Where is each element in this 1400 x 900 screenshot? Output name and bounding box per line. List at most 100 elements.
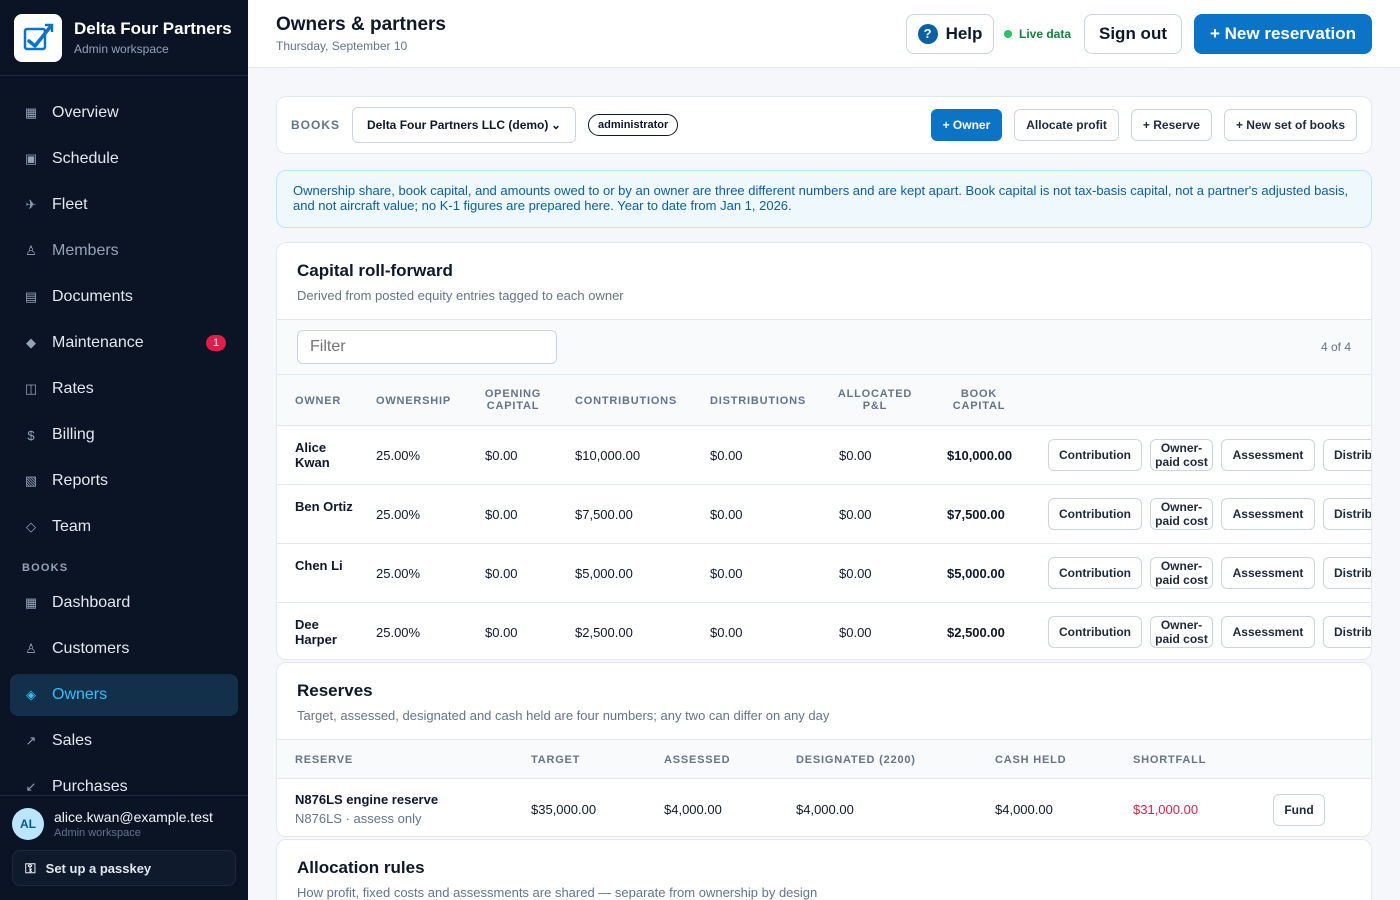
books-select[interactable]: Delta Four Partners LLC (demo) ⌄ <box>352 107 577 143</box>
assessment-button[interactable]: Assessment <box>1221 439 1315 471</box>
col-shortfall: SHORTFALL <box>1133 754 1207 766</box>
contributions-cell: $2,500.00 <box>575 625 633 640</box>
book-capital-cell: $5,000.00 <box>947 566 1005 581</box>
nav-label: Reports <box>52 472 109 489</box>
live-data-indicator: Live data <box>1004 27 1071 41</box>
owner-name: Ben Ortiz <box>295 499 353 514</box>
contribution-button[interactable]: Contribution <box>1048 498 1142 530</box>
capital-table-header: OWNER OWNERSHIP OPENING CAPITAL CONTRIBU… <box>277 375 1371 426</box>
filter-input[interactable] <box>297 330 557 364</box>
col-contributions: CONTRIBUTIONS <box>575 395 678 407</box>
nav-section-books: BOOKS <box>22 562 69 574</box>
live-dot-icon <box>1004 30 1012 38</box>
allocate-profit-button[interactable]: Allocate profit <box>1014 109 1119 141</box>
arrow-down-left-icon: ↙ <box>25 779 37 794</box>
filter-row: 4 of 4 <box>277 319 1371 375</box>
distribution-button[interactable]: Distrib <box>1323 557 1371 589</box>
team-icon: ◇ <box>26 519 36 534</box>
owner-paid-cost-button[interactable]: Owner-paid cost <box>1150 616 1213 648</box>
nav-label: Documents <box>52 288 133 305</box>
books-label: BOOKS <box>291 118 341 132</box>
nav-item-reports[interactable]: ▧ Reports <box>10 460 238 502</box>
avatar: AL <box>12 808 44 840</box>
col-assessed: ASSESSED <box>664 754 731 766</box>
ownership-cell: 25.00% <box>376 507 421 522</box>
table-row: Dee Harper 25.00% $0.00 $2,500.00 $0.00 $0.00… <box>277 603 1371 659</box>
nav-item-billing[interactable]: $ Billing <box>10 414 238 456</box>
fund-button[interactable]: Fund <box>1273 794 1325 826</box>
book-capital-cell: $2,500.00 <box>947 625 1005 640</box>
user-role: Admin workspace <box>54 827 141 839</box>
nav-label: Sales <box>52 732 93 749</box>
nav-label: Schedule <box>52 150 119 167</box>
allocation-title: Allocation rules <box>297 858 425 877</box>
col-owner: OWNER <box>295 395 342 407</box>
reserve-target: $35,000.00 <box>531 802 597 817</box>
distribution-button[interactable]: Distrib <box>1323 498 1371 530</box>
brand-logo-icon <box>14 13 62 62</box>
owners-icon: ◈ <box>26 687 36 702</box>
ownership-cell: 25.00% <box>376 566 421 581</box>
assessment-button[interactable]: Assessment <box>1221 557 1315 589</box>
user-profile[interactable]: AL alice.kwan@example.test Admin workspa… <box>0 796 248 840</box>
col-cash-held: CASH HELD <box>995 754 1067 766</box>
nav-item-schedule[interactable]: ▣ Schedule <box>10 138 238 180</box>
info-notice: Ownership share, book capital, and amoun… <box>276 170 1372 228</box>
col-designated: DESIGNATED (2200) <box>796 754 916 766</box>
table-row: Chen Li 25.00% $0.00 $5,000.00 $0.00 $0.00 $5,… <box>277 544 1371 603</box>
assessment-button[interactable]: Assessment <box>1221 498 1315 530</box>
reserves-title: Reserves <box>297 681 373 700</box>
owner-paid-cost-button[interactable]: Owner-paid cost <box>1150 439 1213 471</box>
add-reserve-button[interactable]: + Reserve <box>1130 109 1212 141</box>
role-pill: administrator <box>588 114 679 136</box>
nav-item-maintenance[interactable]: ◆ Maintenance 1 <box>10 322 238 364</box>
sidebar-footer: AL alice.kwan@example.test Admin workspa… <box>0 795 248 900</box>
nav-item-sales[interactable]: ↗ Sales <box>10 720 238 762</box>
books-bar: BOOKS Delta Four Partners LLC (demo) ⌄ a… <box>276 96 1372 154</box>
opening-capital-cell: $0.00 <box>485 625 518 640</box>
contribution-button[interactable]: Contribution <box>1048 616 1142 648</box>
owner-paid-cost-button[interactable]: Owner-paid cost <box>1150 498 1213 530</box>
arrow-up-right-icon: ↗ <box>25 733 37 748</box>
opening-capital-cell: $0.00 <box>485 448 518 463</box>
nav-item-customers[interactable]: ♙ Customers <box>10 628 238 670</box>
passkey-label: Set up a passkey <box>45 860 152 876</box>
brand[interactable]: Delta Four Partners Admin workspace <box>0 0 248 76</box>
reserve-name: N876LS engine reserve <box>295 792 439 807</box>
nav-item-documents[interactable]: ▤ Documents <box>10 276 238 318</box>
nav-label: Dashboard <box>52 594 131 611</box>
nav-item-overview[interactable]: ▦ Overview <box>10 92 238 134</box>
nav-item-team[interactable]: ◇ Team <box>10 506 238 548</box>
reserves-subtitle: Target, assessed, designated and cash he… <box>297 708 830 723</box>
distribution-button[interactable]: Distrib <box>1323 616 1371 648</box>
contribution-button[interactable]: Contribution <box>1048 557 1142 589</box>
reserve-detail: N876LS · assess only <box>295 811 422 826</box>
distributions-cell: $0.00 <box>710 507 743 522</box>
nav-item-owners[interactable]: ◈ Owners <box>10 674 238 716</box>
assessment-button[interactable]: Assessment <box>1221 616 1315 648</box>
nav-item-fleet[interactable]: ✈ Fleet <box>10 184 238 226</box>
reports-icon: ▧ <box>24 473 38 488</box>
add-owner-button[interactable]: + Owner <box>930 109 1003 141</box>
sign-out-button[interactable]: Sign out <box>1084 14 1182 54</box>
new-books-button[interactable]: + New set of books <box>1223 109 1357 141</box>
contribution-button[interactable]: Contribution <box>1048 439 1142 471</box>
allocation-rules-card: Allocation rules How profit, fixed costs… <box>276 839 1372 900</box>
plane-icon: ✈ <box>25 197 37 212</box>
distributions-cell: $0.00 <box>710 625 743 640</box>
allocation-subtitle: How profit, fixed costs and assessments … <box>297 885 818 900</box>
nav-item-dashboard[interactable]: ▦ Dashboard <box>10 582 238 624</box>
owner-paid-cost-button[interactable]: Owner-paid cost <box>1150 557 1213 589</box>
reserve-shortfall: $31,000.00 <box>1133 802 1199 817</box>
nav-item-rates[interactable]: ◫ Rates <box>10 368 238 410</box>
help-button[interactable]: ? Help <box>906 14 994 54</box>
row-count: 4 of 4 <box>1320 340 1351 354</box>
distribution-button[interactable]: Distrib <box>1323 439 1371 471</box>
reserves-table-header: RESERVE TARGET ASSESSED DESIGNATED (2200… <box>277 739 1371 779</box>
help-label: Help <box>945 24 983 43</box>
capital-title: Capital roll-forward <box>297 261 453 280</box>
setup-passkey-button[interactable]: ⚿ Set up a passkey <box>12 850 236 886</box>
nav-item-members[interactable]: ♙ Members <box>10 230 238 272</box>
allocated-pl-cell: $0.00 <box>839 566 872 581</box>
new-reservation-button[interactable]: + New reservation <box>1194 14 1372 54</box>
